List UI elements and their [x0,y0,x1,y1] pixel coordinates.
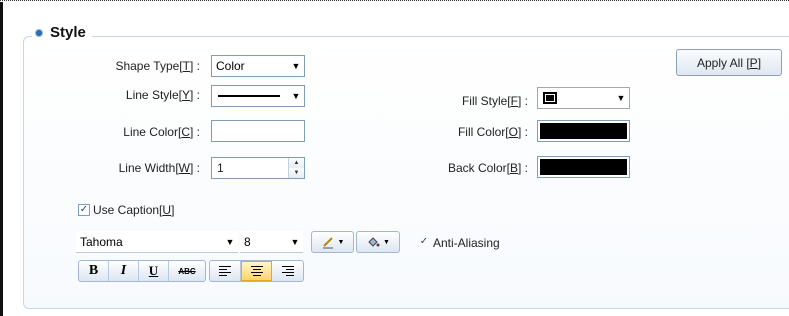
chevron-down-icon: ▼ [291,91,301,101]
chevron-down-icon: ▼ [291,61,301,71]
chevron-down-icon: ▼ [616,93,626,103]
bullet-icon [36,29,42,36]
stepper-up-icon[interactable]: ▲ [289,158,304,168]
section-header: Style [32,24,92,41]
chevron-down-icon: ▼ [225,236,235,247]
line-style-select[interactable]: ▼ [211,85,305,107]
align-toolbar [209,260,304,282]
chevron-down-icon: ▼ [290,236,300,247]
shape-type-value: Color [216,59,245,73]
apply-all-label: Apply All [696,55,747,70]
format-toolbar: B I U ABC [78,260,206,282]
bold-button[interactable]: B [79,261,109,281]
paint-bucket-icon[interactable]: ▼ [357,232,399,252]
font-size-value: 8 [244,234,251,249]
underline-button[interactable]: U [139,261,169,281]
fill-color-swatch [540,123,627,139]
shape-type-label: Shape Type[T] : [115,59,200,73]
font-family-select[interactable]: Tahoma ▼ [76,231,238,253]
italic-button[interactable]: I [109,261,139,281]
fill-style-swatch [543,92,557,104]
back-color-swatch [540,159,627,175]
strikethrough-button[interactable]: ABC [169,261,205,281]
checkbox-check-icon[interactable]: ✓ [78,204,90,216]
left-border [0,2,3,316]
apply-all-key: P [749,55,758,70]
fill-color-label: Fill Color[O] : [457,125,528,139]
checkbox-check-icon[interactable]: ✓ [418,237,430,249]
align-left-icon[interactable] [210,261,241,281]
stepper-down-icon[interactable]: ▼ [289,168,304,178]
fill-color-picker[interactable] [537,120,630,142]
stepper-buttons: ▲ ▼ [288,158,304,178]
fill-style-label: Fill Style[F] : [461,94,528,108]
section-title: Style [50,24,86,41]
use-caption-checkbox[interactable]: ✓ Use Caption[U] [78,203,174,217]
align-center-icon[interactable] [240,261,273,281]
top-dotted-border [0,0,789,1]
line-color-label: Line Color[C] : [123,125,200,139]
line-color-picker[interactable] [211,120,305,142]
line-style-label: Line Style[Y] : [125,88,200,102]
text-color-button[interactable]: ▼ [311,231,354,253]
apply-all-button[interactable]: Apply All [P] [676,49,782,76]
shape-type-select[interactable]: Color ▼ [211,55,305,77]
font-family-value: Tahoma [80,234,123,249]
line-width-label: Line Width[W] : [118,161,200,175]
align-right-icon[interactable] [272,261,303,281]
anti-aliasing-label: Anti-Aliasing [433,236,500,250]
back-color-label: Back Color[B] : [447,161,528,175]
fill-style-select[interactable]: ▼ [537,87,630,109]
line-width-stepper[interactable]: 1 ▲ ▼ [211,157,305,179]
line-width-value: 1 [217,161,224,175]
line-style-sample [218,95,280,97]
back-color-picker[interactable] [537,156,630,178]
anti-aliasing-checkbox[interactable]: ✓ Anti-Aliasing [418,236,500,250]
pencil-color-icon[interactable]: ▼ [312,232,353,252]
use-caption-label: Use Caption[U] [93,203,175,217]
font-size-select[interactable]: 8 ▼ [240,231,303,253]
line-color-swatch [214,123,302,139]
fill-color-button[interactable]: ▼ [356,231,400,253]
